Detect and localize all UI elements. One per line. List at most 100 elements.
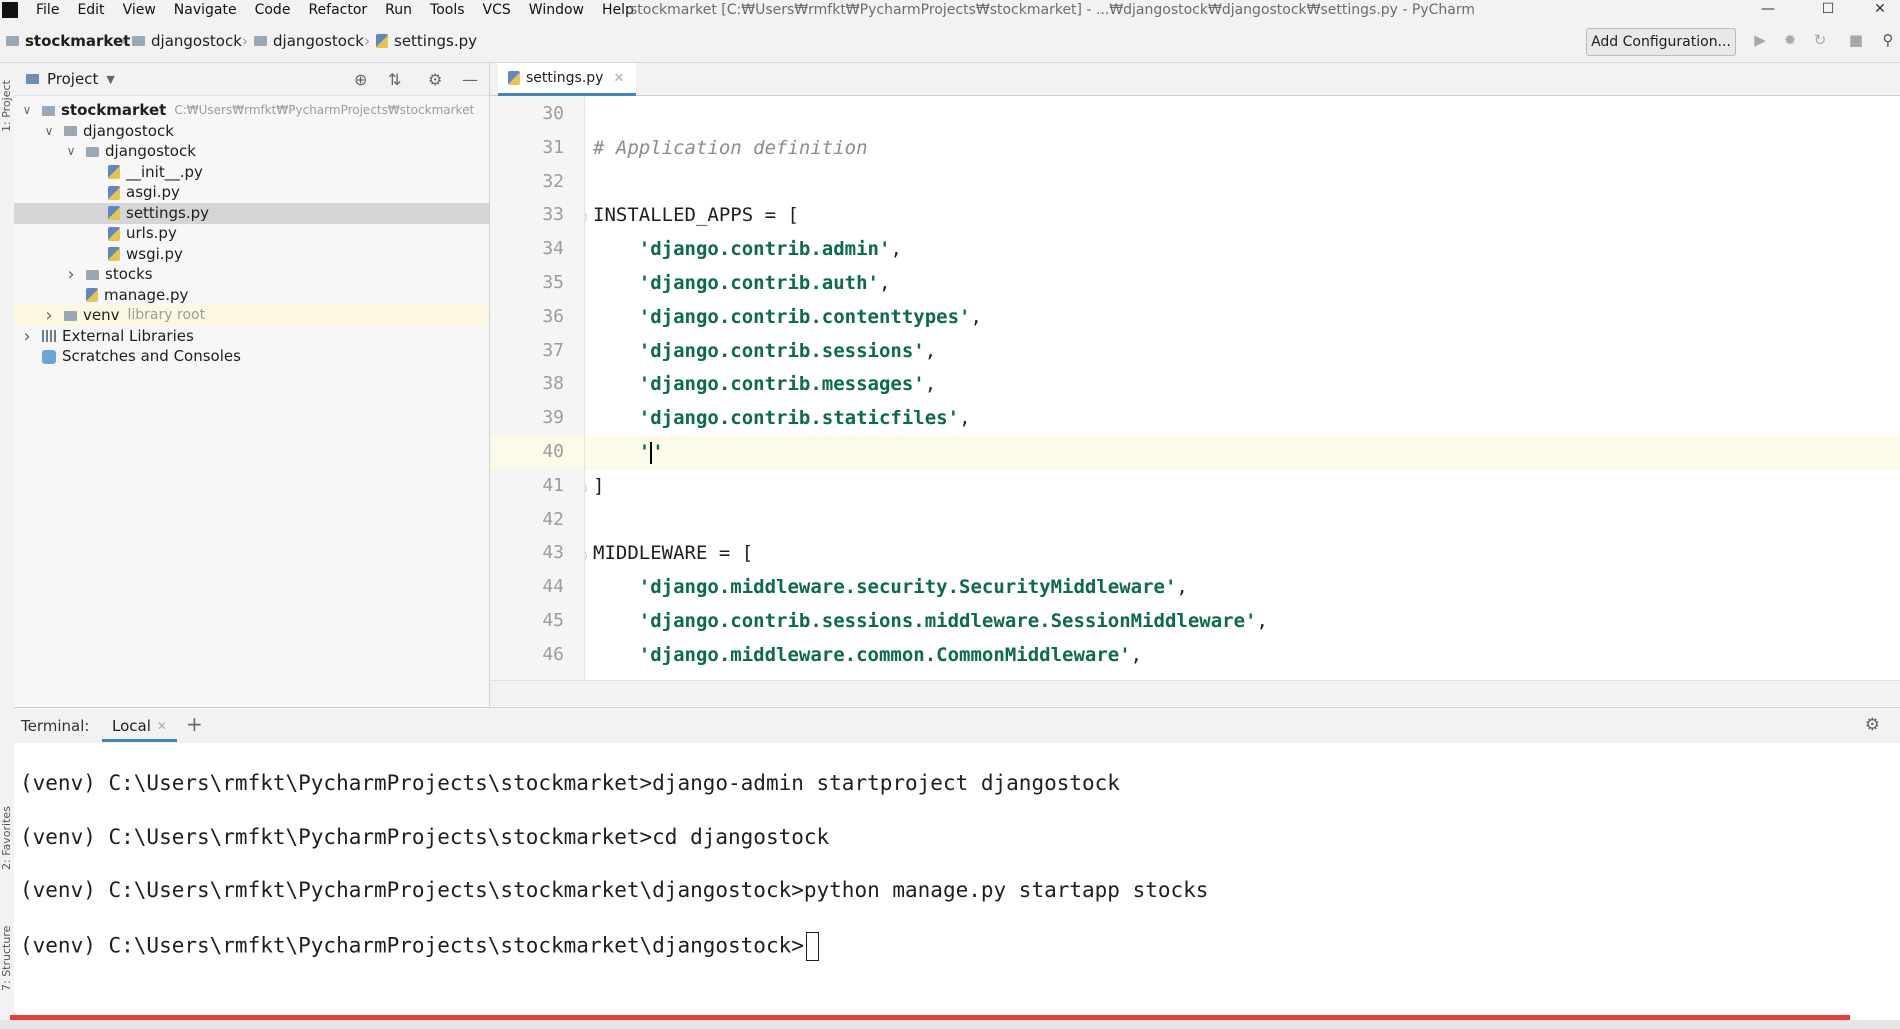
terminal-cursor: [805, 931, 819, 961]
code-string: ': [652, 441, 664, 463]
fold-marker-icon[interactable]: [585, 482, 587, 494]
coverage-icon[interactable]: ↻: [1812, 32, 1828, 48]
tree-item[interactable]: › stocks: [14, 264, 489, 285]
tree-item[interactable]: ∨ djangostock: [14, 141, 489, 162]
pycharm-logo-icon: [2, 2, 18, 18]
chevron-right-icon[interactable]: ›: [42, 305, 56, 326]
locate-icon[interactable]: ⊕: [354, 70, 367, 89]
tree-item-label: asgi.py: [126, 183, 180, 201]
menu-vcs[interactable]: VCS: [483, 2, 511, 18]
tree-item[interactable]: asgi.py: [14, 182, 489, 203]
line-number: 36: [542, 305, 564, 327]
chevron-down-icon[interactable]: ∨: [64, 141, 78, 162]
minimize-icon[interactable]: —: [1748, 0, 1788, 20]
status-bar: [0, 1020, 1900, 1029]
breadcrumb-settings[interactable]: settings.py: [376, 32, 477, 50]
python-file-icon: [86, 288, 98, 302]
run-icon[interactable]: ▶: [1752, 32, 1768, 48]
code-string: 'django.contrib.auth': [638, 272, 879, 294]
close-tab-icon[interactable]: ✕: [613, 71, 624, 86]
chevron-down-icon[interactable]: ∨: [42, 121, 56, 142]
add-configuration-button[interactable]: Add Configuration...: [1586, 28, 1736, 56]
maximize-icon[interactable]: ☐: [1808, 0, 1848, 20]
menu-edit[interactable]: Edit: [77, 2, 104, 18]
menu-file[interactable]: File: [36, 2, 59, 18]
terminal-line: (venv) C:\Users\rmfkt\PycharmProjects\st…: [20, 771, 1120, 795]
code-text: ,: [924, 339, 937, 362]
editor-horizontal-scrollbar[interactable]: [490, 680, 1900, 706]
folder-icon: [42, 105, 55, 116]
close-tab-icon[interactable]: ✕: [157, 719, 167, 733]
search-everywhere-icon[interactable]: ⚲: [1880, 32, 1896, 48]
python-file-icon: [108, 247, 120, 261]
breadcrumb-djangostock[interactable]: djangostock: [132, 32, 242, 50]
tree-item-label: venv: [83, 306, 120, 324]
tree-item-label: wsgi.py: [126, 244, 183, 263]
code-string: 'django.middleware.security.SecurityMidd…: [638, 576, 1177, 599]
tree-item[interactable]: manage.py: [14, 285, 489, 306]
tree-item[interactable]: urls.py: [14, 223, 489, 244]
menu-navigate[interactable]: Navigate: [174, 2, 237, 18]
tree-item[interactable]: Scratches and Consoles: [14, 346, 489, 367]
chevron-right-icon[interactable]: ›: [20, 326, 34, 347]
tree-item[interactable]: › External Libraries: [14, 326, 489, 347]
project-panel-header: Project ▼ ⊕ ⇅ ⚙ —: [14, 63, 489, 96]
line-number: 34: [542, 238, 564, 260]
stop-icon[interactable]: ■: [1848, 32, 1864, 48]
debug-icon[interactable]: ✹: [1782, 32, 1798, 48]
code-text: ,: [890, 238, 902, 261]
close-window-icon[interactable]: ✕: [1860, 0, 1900, 20]
menu-run[interactable]: Run: [385, 2, 412, 18]
tree-item[interactable]: ∨ stockmarket C:₩Users₩rmfkt₩PycharmProjec…: [14, 100, 489, 121]
code-line: 'django.contrib.sessions',: [593, 340, 936, 362]
folder-icon: [254, 36, 267, 46]
code-line: INSTALLED_APPS = [: [593, 204, 799, 226]
fold-marker-icon[interactable]: [585, 550, 587, 562]
code-editor[interactable]: # Application definition INSTALLED_APPS =…: [585, 96, 1900, 680]
tree-item[interactable]: ∨ djangostock: [14, 121, 489, 142]
folder-icon: [132, 36, 145, 46]
breadcrumb-djangostock-inner[interactable]: djangostock: [254, 32, 364, 50]
line-number: 33: [542, 204, 564, 226]
fold-marker-icon[interactable]: [585, 212, 587, 224]
code-line: 'django.contrib.admin',: [593, 238, 902, 260]
code-text: MIDDLEWARE = [: [593, 542, 754, 565]
terminal-output[interactable]: (venv) C:\Users\rmfkt\PycharmProjects\st…: [14, 743, 1900, 1013]
tab-terminal-local[interactable]: Local ✕: [102, 712, 177, 742]
line-number: 31: [542, 136, 564, 158]
project-view-selector[interactable]: Project ▼: [26, 70, 115, 88]
new-terminal-plus-icon[interactable]: +: [186, 712, 203, 736]
python-file-icon: [108, 165, 120, 179]
tree-item[interactable]: __init__.py: [14, 162, 489, 183]
gear-icon[interactable]: ⚙: [428, 70, 442, 89]
line-number: 42: [542, 508, 564, 530]
hide-panel-icon[interactable]: —: [462, 70, 478, 89]
tree-item[interactable]: › venv library root: [14, 305, 489, 326]
gear-icon[interactable]: ⚙: [1865, 715, 1880, 735]
tab-settings-py[interactable]: settings.py ✕: [498, 63, 637, 96]
menu-view[interactable]: View: [123, 2, 156, 18]
code-text: ]: [593, 474, 605, 497]
code-comment: # Application definition: [593, 136, 868, 159]
chevron-down-icon[interactable]: ∨: [20, 100, 34, 121]
menu-window[interactable]: Window: [529, 2, 584, 18]
project-tool-tab[interactable]: 1: Project: [0, 71, 14, 141]
structure-tool-tab[interactable]: 7: Structure: [0, 913, 14, 1003]
tree-item[interactable]: settings.py: [14, 202, 489, 224]
menu-tools[interactable]: Tools: [430, 2, 465, 18]
python-file-icon: [508, 71, 520, 85]
code-text: ,: [1256, 610, 1268, 632]
library-icon: [42, 330, 56, 342]
tree-item[interactable]: wsgi.py: [14, 244, 489, 265]
breadcrumb-project[interactable]: stockmarket: [6, 32, 130, 50]
chevron-right-icon[interactable]: ›: [64, 264, 78, 285]
left-tool-stripe: 1: Project 2: Favorites 7: Structure: [0, 63, 15, 1029]
favorites-tool-tab[interactable]: 2: Favorites: [0, 793, 14, 883]
menu-code[interactable]: Code: [255, 2, 291, 18]
menu-refactor[interactable]: Refactor: [308, 2, 367, 18]
collapse-all-icon[interactable]: ⇅: [388, 70, 401, 89]
